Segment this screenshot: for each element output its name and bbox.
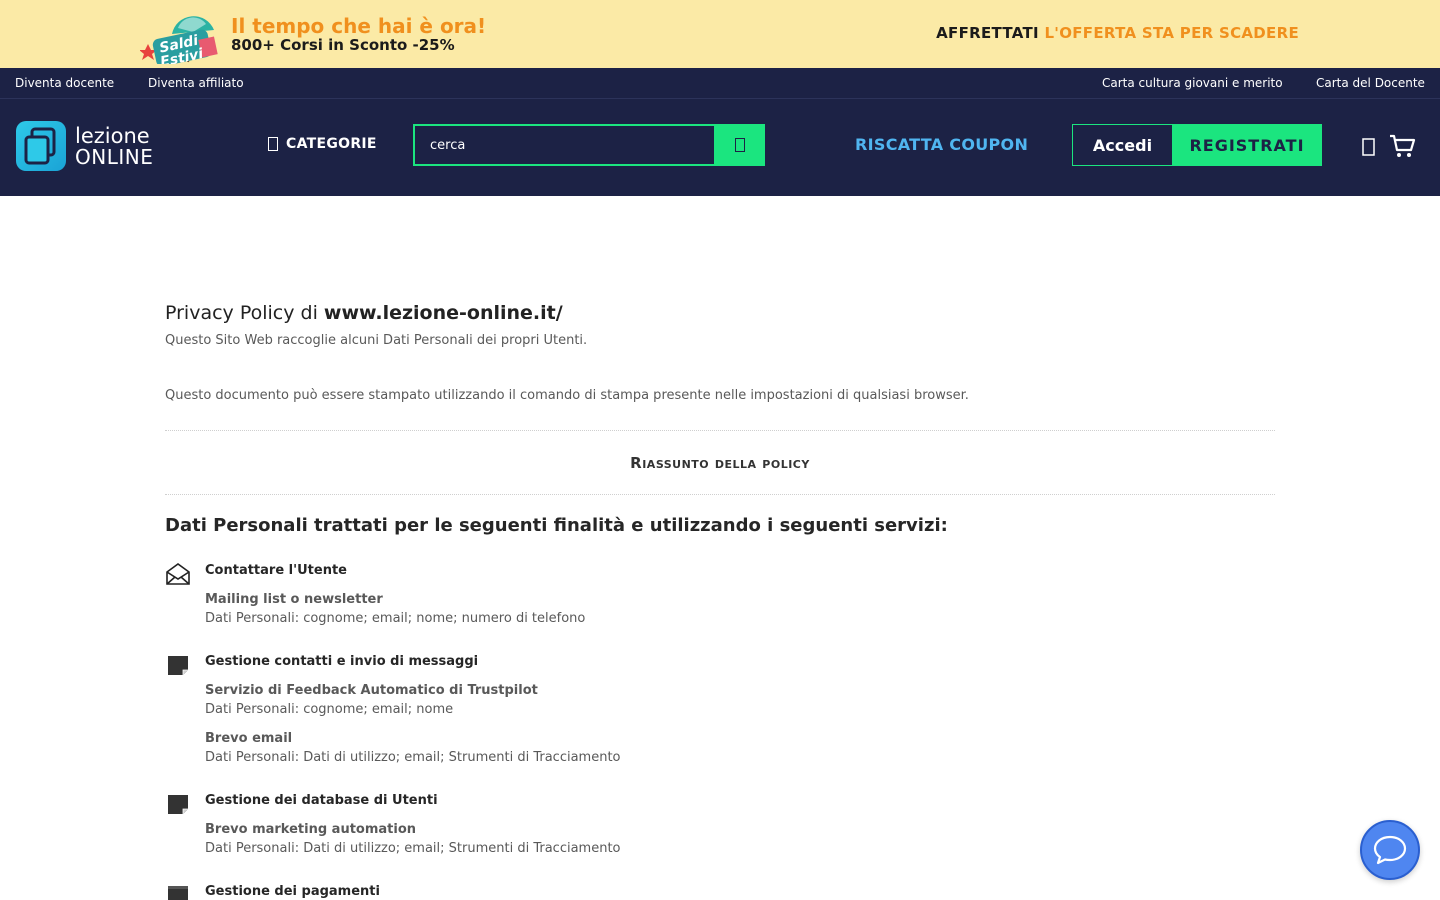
envelope-icon	[166, 563, 190, 585]
service-name: Brevo email	[205, 731, 293, 746]
page-title: Privacy Policy di www.lezione-online.it/	[165, 302, 563, 324]
purpose-title: Contattare l'Utente	[205, 563, 347, 578]
service-data: Dati Personali: Dati di utilizzo; email;…	[205, 841, 621, 856]
service-name: Servizio di Feedback Automatico di Trust…	[205, 683, 538, 698]
diventa-affiliato-link[interactable]: Diventa affiliato	[148, 76, 244, 90]
purpose-title: Gestione contatti e invio di messaggi	[205, 654, 479, 669]
service-data: Dati Personali: cognome; email; nome; nu…	[205, 611, 586, 626]
service-data: Dati Personali: cognome; email; nome	[205, 702, 454, 717]
purpose-title: Gestione dei pagamenti	[205, 884, 380, 899]
promo-cta-dark: AFFRETTATI	[936, 24, 1039, 42]
divider-bottom	[165, 494, 1275, 495]
categorie-menu-button[interactable]: CATEGORIE	[268, 136, 377, 152]
purpose-title: Gestione dei database di Utenti	[205, 793, 438, 808]
chat-widget-button[interactable]	[1360, 820, 1420, 880]
logo-icon[interactable]	[16, 121, 66, 171]
service-item: Brevo email Dati Personali: Dati di util…	[205, 731, 621, 765]
main-header: lezione ONLINE CATEGORIE RISCATTA COUPON…	[0, 99, 1440, 196]
registrati-button[interactable]: REGISTRATI	[1172, 124, 1322, 166]
accedi-button[interactable]: Accedi	[1072, 124, 1173, 166]
promo-subline: 800+ Corsi in Sconto -25%	[231, 36, 455, 54]
search-button[interactable]	[714, 124, 765, 166]
intro-text: Questo Sito Web raccoglie alcuni Dati Pe…	[165, 333, 588, 348]
chat-bubble-icon	[1373, 835, 1407, 865]
section-heading: Dati Personali trattati per le seguenti …	[165, 515, 948, 536]
promo-headline: Il tempo che hai è ora!	[231, 14, 487, 38]
search-bar	[413, 124, 765, 166]
summary-heading: Riassunto della policy	[630, 454, 810, 472]
promo-banner[interactable]: Saldi Estivi Il tempo che hai è ora! 800…	[0, 0, 1440, 68]
top-utility-bar: Diventa docente Diventa affiliato Carta …	[0, 68, 1440, 99]
heart-icon[interactable]	[1360, 136, 1378, 158]
carta-cultura-link[interactable]: Carta cultura giovani e merito	[1102, 76, 1283, 90]
promo-cta[interactable]: AFFRETTATI L'OFFERTA STA PER SCADERE	[936, 24, 1299, 42]
service-name: Brevo marketing automation	[205, 822, 417, 837]
carta-docente-link[interactable]: Carta del Docente	[1316, 76, 1425, 90]
logo-text-online: ONLINE	[75, 145, 154, 169]
promo-cta-orange: L'OFFERTA STA PER SCADERE	[1044, 24, 1299, 42]
saldi-estivi-badge-icon: Saldi Estivi	[140, 16, 218, 64]
service-data: Dati Personali: Dati di utilizzo; email;…	[205, 750, 621, 765]
categorie-label: CATEGORIE	[286, 136, 377, 152]
print-note: Questo documento può essere stampato uti…	[165, 388, 969, 403]
diventa-docente-link[interactable]: Diventa docente	[15, 76, 114, 90]
service-item: Servizio di Feedback Automatico di Trust…	[205, 683, 538, 717]
riscatta-coupon-link[interactable]: RISCATTA COUPON	[855, 135, 1028, 154]
divider-top	[165, 430, 1275, 431]
search-input[interactable]	[413, 124, 714, 166]
title-site: www.lezione-online.it/	[323, 302, 563, 324]
service-name: Mailing list o newsletter	[205, 592, 383, 607]
title-prefix: Privacy Policy di	[165, 302, 318, 324]
note-icon	[168, 795, 188, 814]
service-item: Brevo marketing automation Dati Personal…	[205, 822, 621, 856]
service-item: Mailing list o newsletter Dati Personali…	[205, 592, 585, 626]
note-icon	[168, 656, 188, 675]
wallet-icon	[168, 886, 188, 900]
menu-icon	[268, 137, 278, 151]
cart-icon[interactable]	[1388, 132, 1416, 160]
search-icon	[734, 138, 745, 152]
